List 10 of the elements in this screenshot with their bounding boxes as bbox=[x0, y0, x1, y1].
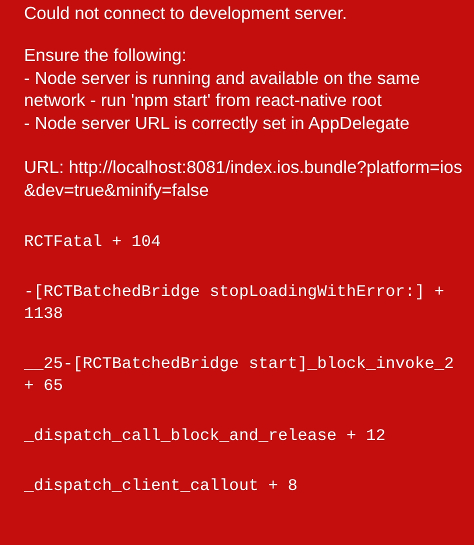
stack-frame: -[RCTBatchedBridge stopLoadingWithError:] + 1138 bbox=[24, 281, 468, 325]
error-message-line: - Node server URL is correctly set in AppDelegate bbox=[24, 112, 410, 134]
error-title: Could not connect to development server. bbox=[24, 2, 348, 24]
error-message-line: Ensure the following: bbox=[24, 44, 188, 66]
stack-frame: _dispatch_client_callout + 8 bbox=[24, 475, 468, 497]
stack-frame: RCTFatal + 104 bbox=[24, 231, 468, 253]
stack-frame: _dispatch_call_block_and_release + 12 bbox=[24, 425, 468, 447]
stack-frame: __25-[RCTBatchedBridge start]_block_invoke_2 + 65 bbox=[24, 353, 468, 397]
error-url: URL: http://localhost:8081/index.ios.bundle?platform=ios&dev=true&minify=false bbox=[24, 156, 464, 201]
error-message-line: - Node server is running and available on the same network - run 'npm start' from react-native root bbox=[24, 66, 421, 112]
